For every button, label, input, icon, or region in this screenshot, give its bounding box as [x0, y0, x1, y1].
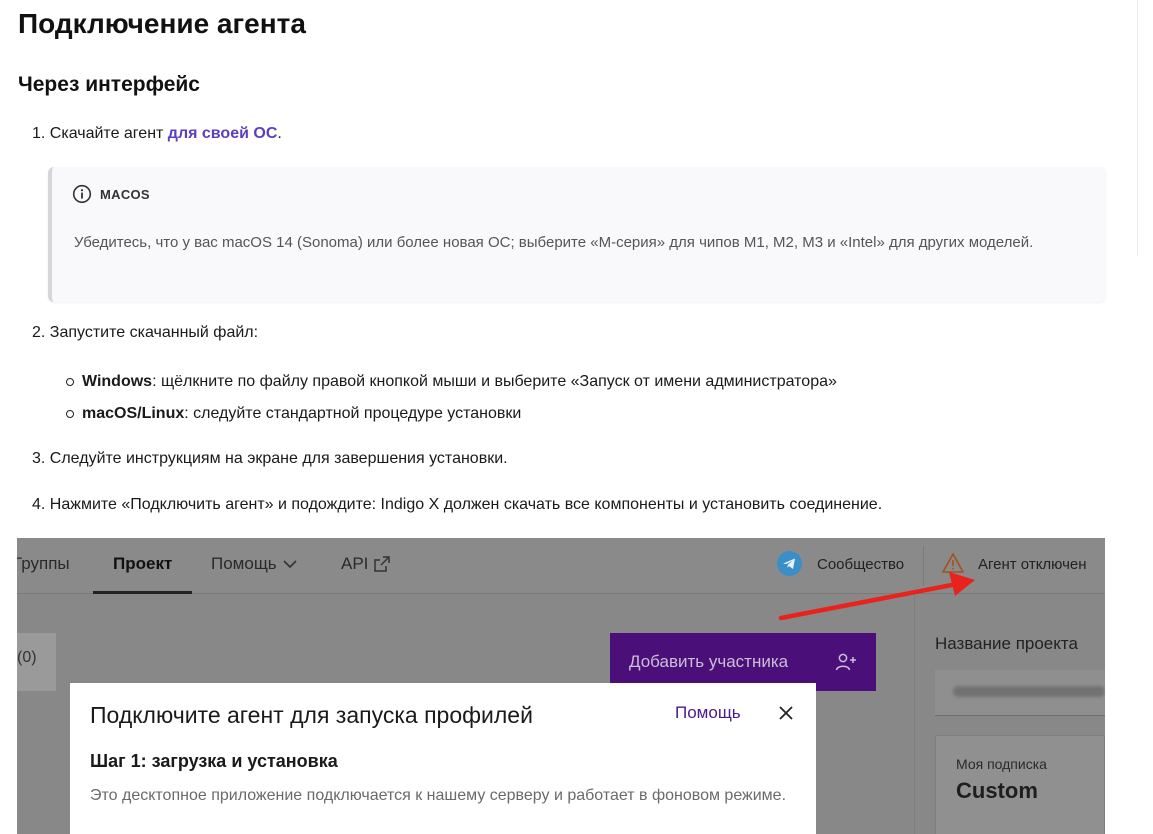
- bullet-text: : следуйте стандартной процедуре установ…: [184, 405, 522, 422]
- add-user-icon: [835, 653, 856, 671]
- note-text: Убедитесь, что у вас macOS 14 (Sonoma) и…: [74, 234, 1034, 251]
- chevron-down-icon: [283, 560, 297, 569]
- bullet-os-label: Windows: [82, 373, 153, 390]
- active-tab-underline: [93, 591, 192, 594]
- tab-help: Помощь: [211, 554, 297, 574]
- bullet-text: : щёлкните по файлу правой кнопкой мыши …: [152, 373, 837, 390]
- subscription-card: Моя подписка Custom: [935, 735, 1105, 834]
- modal-step-title: Шаг 1: загрузка и установка: [90, 751, 338, 771]
- section-title: Через интерфейс: [18, 73, 200, 96]
- blurred-project-name: [953, 686, 1105, 697]
- launch-options-list: Windows: щёлкните по файлу правой кнопко…: [64, 371, 837, 435]
- tab-groups: Группы: [17, 554, 70, 573]
- info-icon: [72, 184, 92, 204]
- step-4: 4. Нажмите «Подключить агент» и подождит…: [32, 496, 883, 513]
- note-header: MACOS: [72, 184, 150, 204]
- step-1-text: 1. Скачайте агент: [32, 125, 168, 142]
- left-counter-button: (0): [17, 633, 56, 691]
- sidebar-divider: [914, 595, 915, 834]
- page-title: Подключение агента: [18, 8, 306, 39]
- subscription-value: Custom: [956, 778, 1038, 803]
- add-member-label: Добавить участника: [629, 652, 789, 671]
- macos-note: MACOS Убедитесь, что у вас macOS 14 (Son…: [48, 167, 1106, 302]
- project-name-label: Название проекта: [935, 634, 1078, 653]
- tab-api: API: [341, 554, 391, 574]
- list-item: Windows: щёлкните по файлу правой кнопко…: [64, 371, 837, 403]
- step-3: 3. Следуйте инструкциям на экране для за…: [32, 450, 508, 467]
- bullet-icon: [66, 378, 74, 386]
- app-screenshot: Группы Проект Помощь API Сообщество Аген…: [17, 538, 1105, 834]
- tab-help-label: Помощь: [211, 554, 277, 573]
- step-2: 2. Запустите скачанный файл:: [32, 324, 259, 341]
- page-right-divider: [1137, 0, 1138, 256]
- bullet-icon: [66, 410, 74, 418]
- external-link-icon: [374, 556, 391, 572]
- project-name-field: [935, 670, 1105, 716]
- tab-api-label: API: [341, 554, 369, 573]
- modal-help-link: Помощь: [675, 703, 741, 722]
- modal-description: Это десктопное приложение подключается к…: [90, 787, 787, 804]
- red-arrow-annotation: [778, 572, 975, 621]
- list-item: macOS/Linux: следуйте стандартной процед…: [64, 403, 837, 435]
- agent-status: Агент отключен: [978, 556, 1087, 573]
- subscription-label: Моя подписка: [956, 756, 1047, 772]
- step-1: 1. Скачайте агент для своей ОС.: [32, 125, 282, 143]
- left-counter-label: (0): [17, 649, 37, 666]
- step-1-suffix: .: [277, 125, 282, 142]
- os-download-link[interactable]: для своей ОС: [168, 125, 278, 142]
- connect-agent-modal: Подключите агент для запуска профилей По…: [70, 683, 816, 834]
- tab-project: Проект: [113, 554, 173, 573]
- modal-title: Подключите агент для запуска профилей: [90, 702, 533, 728]
- bullet-os-label: macOS/Linux: [82, 405, 185, 422]
- close-icon: [779, 706, 793, 720]
- note-title: MACOS: [100, 186, 150, 202]
